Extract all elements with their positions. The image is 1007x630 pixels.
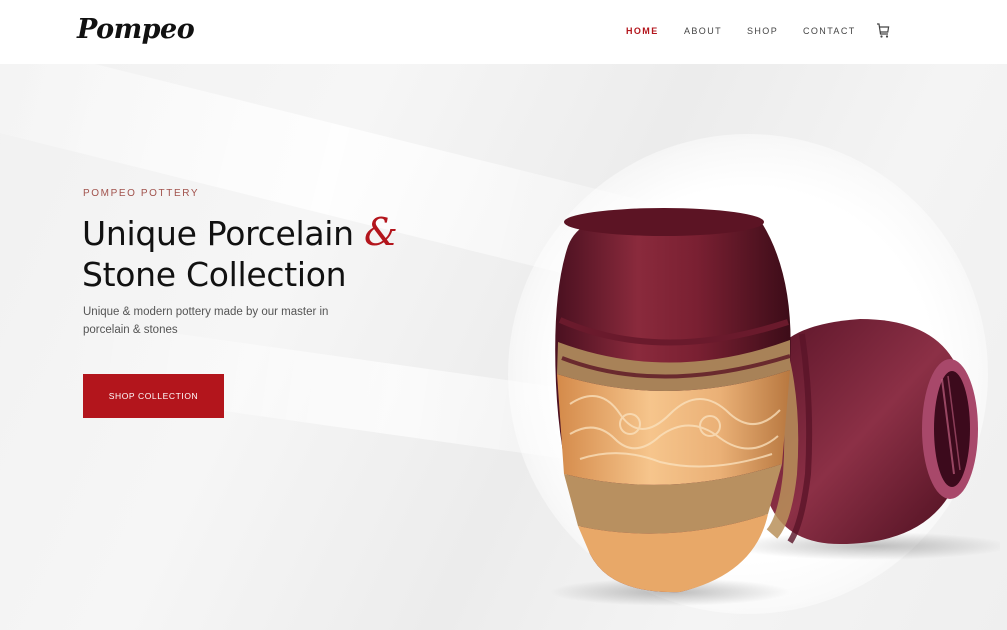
nav-home[interactable]: HOME [626,26,659,36]
nav-about[interactable]: ABOUT [684,26,722,36]
headline-line-1: Unique Porcelain [82,214,354,253]
site-header: Pompeo HOME ABOUT SHOP CONTACT [0,0,1007,64]
headline-line-2: Stone Collection [82,255,347,294]
hero-subtext: Unique & modern pottery made by our mast… [83,306,329,336]
nav-contact[interactable]: CONTACT [803,26,856,36]
main-nav: HOME ABOUT SHOP CONTACT [0,26,1007,40]
vases-image [550,208,1000,606]
cart-icon[interactable] [876,23,890,39]
hero-headline: Unique Porcelain & Stone Collection [82,212,502,295]
headline-ampersand: & [363,210,398,254]
nav-shop[interactable]: SHOP [747,26,778,36]
hero-eyebrow: POMPEO POTTERY [83,188,200,199]
shop-collection-button[interactable]: SHOP COLLECTION [83,374,224,418]
hero-section: POMPEO POTTERY Unique Porcelain & Stone … [0,64,1007,630]
